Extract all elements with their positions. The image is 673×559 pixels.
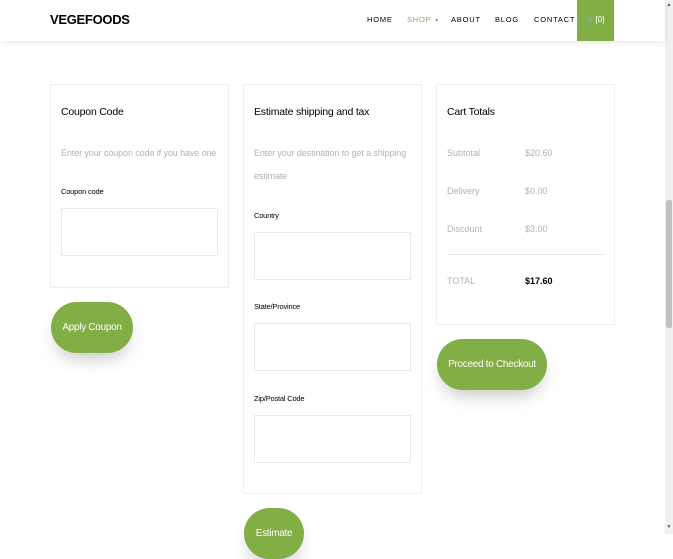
subtotal-value: $20.60 <box>525 148 553 158</box>
country-label: Country <box>254 211 279 220</box>
nav-about[interactable]: ABOUT <box>451 15 481 24</box>
cart-totals-box: Cart Totals Subtotal $20.60 Delivery $0.… <box>436 84 615 325</box>
proceed-to-checkout-button[interactable]: Proceed to Checkout <box>437 339 547 390</box>
coupon-title: Coupon Code <box>61 106 124 118</box>
country-input[interactable] <box>254 232 411 280</box>
apply-coupon-button[interactable]: Apply Coupon <box>51 302 133 353</box>
nav-home[interactable]: HOME <box>367 15 393 24</box>
shipping-box: Estimate shipping and tax Enter your des… <box>243 84 422 494</box>
scroll-thumb[interactable] <box>666 200 672 328</box>
zip-label: Zip/Postal Code <box>254 394 305 403</box>
chevron-down-icon: ▼ <box>434 18 440 24</box>
totals-divider <box>447 254 604 255</box>
total-label: TOTAL <box>447 276 476 286</box>
nav-contact[interactable]: CONTACT <box>534 15 575 24</box>
cart-totals-title: Cart Totals <box>447 106 495 118</box>
total-value: $17.60 <box>525 276 553 286</box>
coupon-input[interactable] <box>61 208 218 256</box>
cart-count: [0] <box>595 15 605 24</box>
shipping-description-line1: Enter your destination to get a shipping <box>254 148 407 158</box>
discount-label: Discount <box>447 224 483 234</box>
state-input[interactable] <box>254 323 411 371</box>
delivery-label: Delivery <box>447 186 480 196</box>
coupon-description: Enter your coupon code if you have one <box>61 148 217 158</box>
nav-blog[interactable]: BLOG <box>495 15 519 24</box>
scrollbar[interactable]: ▲ ▼ <box>665 0 673 534</box>
scroll-down-icon[interactable]: ▼ <box>665 524 673 530</box>
state-label: State/Province <box>254 302 300 311</box>
shipping-title: Estimate shipping and tax <box>254 106 370 118</box>
nav-shop[interactable]: SHOP ▼ <box>407 15 440 24</box>
zip-input[interactable] <box>254 415 411 463</box>
coupon-field-label: Coupon code <box>61 187 104 196</box>
nav-shop-label: SHOP <box>407 15 432 24</box>
shipping-description-line2: estimate <box>254 171 288 181</box>
brand-logo[interactable]: VEGEFOODS <box>50 12 130 27</box>
cart-button[interactable]: 🛒[0] <box>577 0 614 41</box>
navbar: VEGEFOODS HOME SHOP ▼ ABOUT BLOG CONTACT… <box>0 0 665 41</box>
scroll-up-icon[interactable]: ▲ <box>665 2 673 8</box>
delivery-value: $0.00 <box>525 186 548 196</box>
discount-value: $3.00 <box>525 224 548 234</box>
subtotal-label: Subtotal <box>447 148 481 158</box>
coupon-box: Coupon Code Enter your coupon code if yo… <box>50 84 229 288</box>
